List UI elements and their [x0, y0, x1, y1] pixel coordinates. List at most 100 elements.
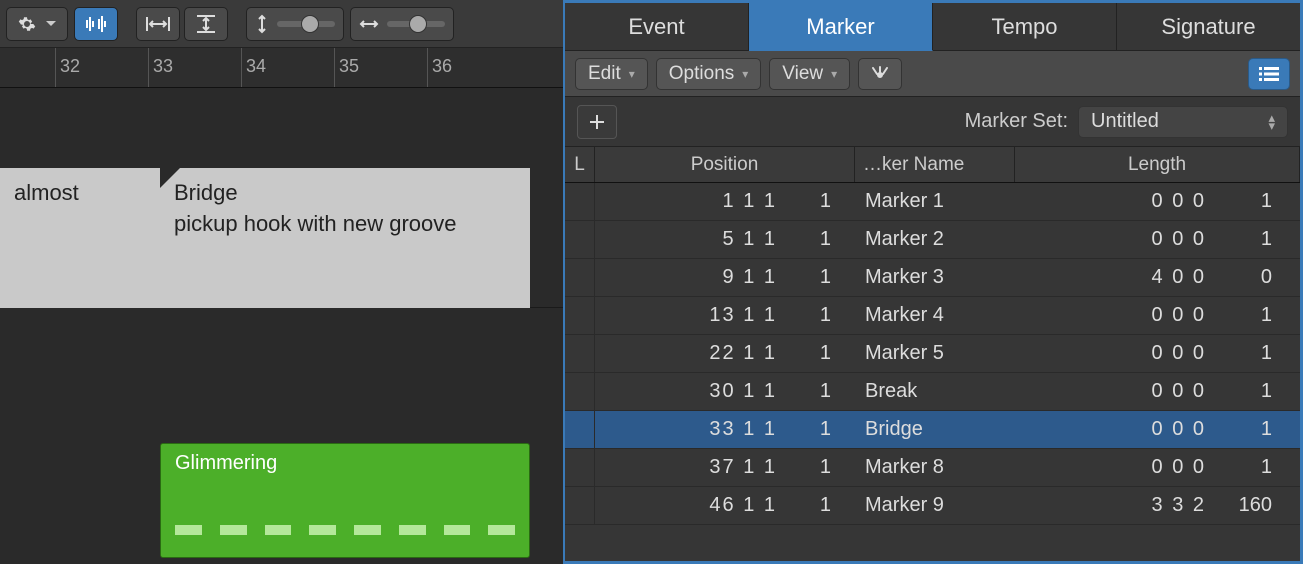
audio-region-glimmering[interactable]: Glimmering [160, 443, 530, 558]
ruler-tick: 36 [427, 48, 456, 87]
vertical-zoom-slider[interactable] [246, 7, 344, 41]
slider-thumb[interactable] [409, 15, 427, 33]
position-bars: 13 1 1 [687, 304, 777, 327]
fit-horizontal-icon [145, 15, 171, 33]
table-row[interactable]: 9 1 11Marker 34 0 00 [565, 259, 1300, 297]
cell-position[interactable]: 13 1 11 [595, 297, 855, 334]
cell-marker-name[interactable]: Marker 8 [855, 449, 1015, 486]
plus-icon [588, 113, 606, 131]
cell-marker-name[interactable]: Break [855, 373, 1015, 410]
fit-vertical-button[interactable] [184, 7, 228, 41]
position-ticks: 1 [801, 228, 831, 251]
slider-thumb[interactable] [301, 15, 319, 33]
cell-length[interactable]: 0 0 01 [1015, 411, 1300, 448]
length-bars: 0 0 0 [1136, 190, 1206, 213]
position-bars: 30 1 1 [687, 380, 777, 403]
cell-length[interactable]: 0 0 01 [1015, 335, 1300, 372]
updown-icon: ▴▾ [1268, 114, 1275, 130]
arrange-toolbar [0, 0, 563, 48]
horizontal-arrows-icon [359, 17, 379, 31]
cell-marker-name[interactable]: Marker 3 [855, 259, 1015, 296]
marker-region-prev[interactable]: almost [0, 168, 160, 308]
marker-text: almost [14, 178, 146, 209]
cell-position[interactable]: 46 1 11 [595, 487, 855, 524]
cell-position[interactable]: 5 1 1 1 [595, 221, 855, 258]
cell-marker-name[interactable]: Bridge [855, 411, 1015, 448]
list-view-toggle[interactable] [1248, 58, 1290, 90]
fit-horizontal-button[interactable] [136, 7, 180, 41]
edit-menu[interactable]: Edit ▾ [575, 58, 648, 90]
cell-length[interactable]: 4 0 00 [1015, 259, 1300, 296]
table-row[interactable]: 33 1 11Bridge0 0 01 [565, 411, 1300, 449]
column-name[interactable]: …ker Name [855, 147, 1015, 182]
cell-position[interactable]: 1 1 1 1 [595, 183, 855, 220]
marker-region-bridge[interactable]: Bridge pickup hook with new groove [160, 168, 530, 308]
length-ticks: 1 [1226, 456, 1272, 479]
table-row[interactable]: 22 1 11Marker 50 0 01 [565, 335, 1300, 373]
waveform-icon [82, 15, 110, 33]
cell-marker-name[interactable]: Marker 2 [855, 221, 1015, 258]
tab-tempo[interactable]: Tempo [933, 3, 1117, 51]
cell-length[interactable]: 0 0 01 [1015, 221, 1300, 258]
filter-icon [869, 65, 891, 83]
tab-marker[interactable]: Marker [749, 3, 933, 51]
position-ticks: 1 [801, 494, 831, 517]
cell-position[interactable]: 22 1 11 [595, 335, 855, 372]
marker-set-bar: Marker Set: Untitled ▴▾ [565, 97, 1300, 147]
cell-position[interactable]: 33 1 11 [595, 411, 855, 448]
column-position[interactable]: Position [595, 147, 855, 182]
position-bars: 5 1 1 [687, 228, 777, 251]
cell-length[interactable]: 0 0 01 [1015, 183, 1300, 220]
cell-lock [565, 183, 595, 220]
table-row[interactable]: 1 1 1 1 Marker 10 0 01 [565, 183, 1300, 221]
marker-title: Bridge [174, 178, 516, 209]
table-row[interactable]: 13 1 11Marker 40 0 01 [565, 297, 1300, 335]
cell-length[interactable]: 0 0 01 [1015, 297, 1300, 334]
position-bars: 1 1 1 [687, 190, 777, 213]
ruler-tick: 32 [55, 48, 84, 87]
table-row[interactable]: 37 1 1 1 Marker 80 0 01 [565, 449, 1300, 487]
chevron-down-icon: ▾ [742, 67, 748, 81]
cell-position[interactable]: 30 1 11 [595, 373, 855, 410]
cell-marker-name[interactable]: Marker 5 [855, 335, 1015, 372]
slider-track[interactable] [387, 21, 445, 27]
cell-position[interactable]: 9 1 11 [595, 259, 855, 296]
chevron-down-icon: ▾ [831, 67, 837, 81]
view-menu[interactable]: View ▾ [769, 58, 850, 90]
cell-length[interactable]: 0 0 01 [1015, 449, 1300, 486]
bar-ruler[interactable]: 32 33 34 35 36 [0, 48, 563, 88]
length-bars: 0 0 0 [1136, 304, 1206, 327]
column-lock[interactable]: L [565, 147, 595, 182]
cell-position[interactable]: 37 1 1 1 [595, 449, 855, 486]
position-bars: 37 1 1 [687, 456, 777, 479]
position-bars: 33 1 1 [687, 418, 777, 441]
column-length[interactable]: Length [1015, 147, 1300, 182]
tab-signature[interactable]: Signature [1117, 3, 1300, 51]
filter-button[interactable] [858, 58, 902, 90]
region-name: Glimmering [175, 452, 277, 474]
marker-lane: almost Bridge pickup hook with new groov… [0, 88, 563, 308]
options-menu[interactable]: Options ▾ [656, 58, 762, 90]
slider-track[interactable] [277, 21, 335, 27]
cell-length[interactable]: 0 0 01 [1015, 373, 1300, 410]
add-marker-button[interactable] [577, 105, 617, 139]
cell-marker-name[interactable]: Marker 1 [855, 183, 1015, 220]
cell-marker-name[interactable]: Marker 4 [855, 297, 1015, 334]
horizontal-zoom-slider[interactable] [350, 7, 454, 41]
cell-marker-name[interactable]: Marker 9 [855, 487, 1015, 524]
settings-button[interactable] [6, 7, 68, 41]
waveform-button[interactable] [74, 7, 118, 41]
position-ticks: 1 [801, 456, 831, 479]
marker-set-select[interactable]: Untitled ▴▾ [1078, 106, 1288, 138]
cell-length[interactable]: 3 3 2160 [1015, 487, 1300, 524]
length-bars: 4 0 0 [1136, 266, 1206, 289]
tab-event[interactable]: Event [565, 3, 749, 51]
position-ticks: 1 [801, 190, 831, 213]
length-bars: 0 0 0 [1136, 380, 1206, 403]
table-row[interactable]: 30 1 11Break0 0 01 [565, 373, 1300, 411]
table-row[interactable]: 5 1 1 1 Marker 20 0 01 [565, 221, 1300, 259]
length-ticks: 1 [1226, 228, 1272, 251]
arrange-area[interactable]: almost Bridge pickup hook with new groov… [0, 88, 563, 564]
arrange-panel: 32 33 34 35 36 almost Bridge pickup hook… [0, 0, 565, 564]
table-row[interactable]: 46 1 11Marker 93 3 2160 [565, 487, 1300, 525]
